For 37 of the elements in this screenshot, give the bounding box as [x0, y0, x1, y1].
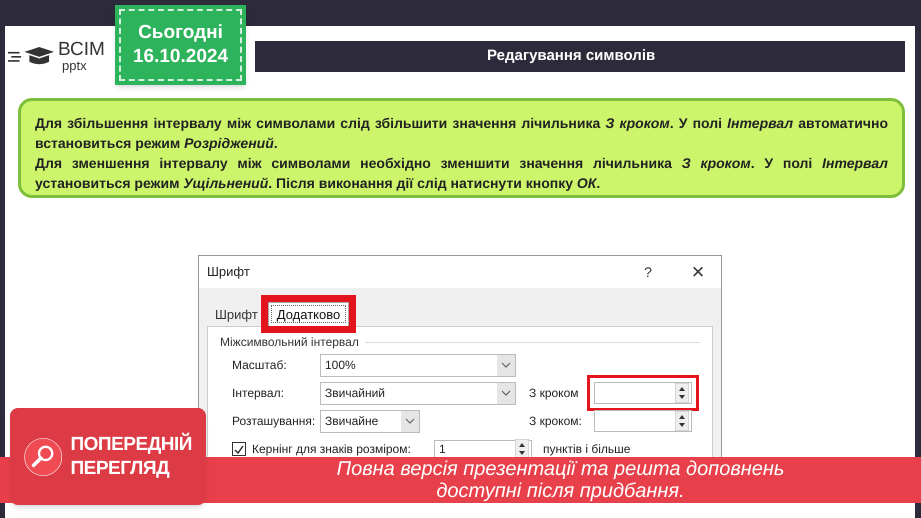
dialog-title: Шрифт — [207, 263, 250, 282]
info-paragraph: Для збільшення інтервалу між символами слід збільшити значення лічильника З кроком. У полі Інтервал автоматично встановиться режим Розріджений. — [35, 114, 888, 153]
spin-arrows-icon[interactable] — [515, 439, 529, 457]
chevron-down-icon — [501, 390, 511, 396]
field-label: З кроком — [529, 385, 580, 402]
date-label: Сьогодні — [138, 21, 223, 45]
checkbox-label: Кернінг для знаків розміром: — [252, 441, 412, 457]
dropdown-field[interactable]: Звичайне — [320, 410, 420, 432]
graduation-cap-icon — [8, 45, 54, 67]
dialog-tab[interactable]: Шрифт — [207, 304, 266, 326]
spinner-field[interactable] — [594, 410, 692, 432]
badge-text: ПЕРЕГЛЯД — [70, 456, 170, 480]
field-label: Інтервал: — [231, 385, 285, 402]
close-button[interactable]: × — [683, 261, 713, 283]
field-label: Розташування: — [231, 413, 316, 430]
field-label: пунктів і більше — [543, 441, 630, 457]
field-label: Масштаб: — [231, 357, 288, 374]
date-text: 16.10.2024 — [132, 45, 228, 69]
field-label: З кроком: — [529, 413, 583, 430]
spin-arrows-icon[interactable] — [675, 383, 689, 403]
section-label: Міжсимвольний інтервал — [220, 334, 359, 351]
check-icon — [234, 444, 244, 454]
banner-message: Повна версія презентації та решта доповнень — [336, 458, 784, 480]
spin-arrows-icon[interactable] — [675, 411, 689, 431]
dropdown-field[interactable]: Звичайний — [320, 382, 516, 404]
logo-text: ВСІМ — [58, 40, 105, 59]
help-button[interactable]: ? — [638, 262, 658, 282]
badge-text: ПОПЕРЕДНІЙ — [70, 432, 192, 456]
chevron-down-icon — [501, 362, 511, 368]
spinner-field[interactable] — [594, 382, 692, 404]
checkbox[interactable] — [232, 442, 246, 456]
info-paragraph: Для зменшення інтервалу між символами необхідно зменшити значення лічильника З кроком. У полі Інтервал установиться режим Ущільнений. Після виконання дії слід натиснути кнопку ОК. — [35, 154, 888, 193]
banner-message: доступні після придбання. — [436, 480, 685, 502]
chevron-down-icon — [405, 418, 415, 424]
slide-title: Редагування символів — [487, 46, 656, 66]
logo-subtext: pptx — [62, 59, 88, 72]
dropdown-field[interactable]: 100% — [320, 354, 516, 376]
